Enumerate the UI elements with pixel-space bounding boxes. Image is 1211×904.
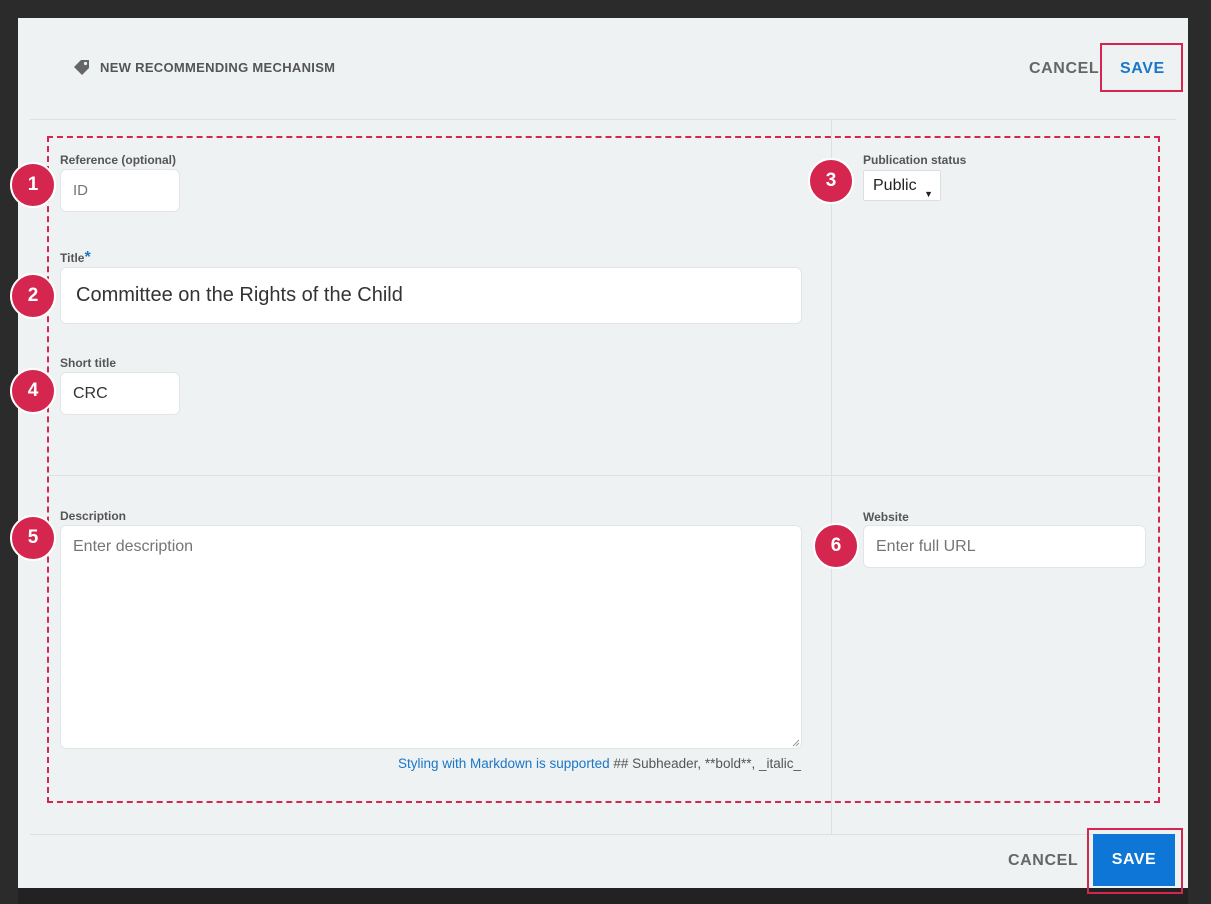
markdown-hint: ## Subheader, **bold**, _italic_ (609, 756, 801, 771)
caret-down-icon: ▼ (924, 189, 933, 199)
short-title-label: Short title (60, 356, 116, 370)
backdrop-right (1188, 0, 1211, 904)
footer-save-highlight (1087, 828, 1183, 894)
step-badge-4: 4 (10, 368, 56, 414)
markdown-help: Styling with Markdown is supported ## Su… (18, 756, 801, 771)
header-divider (30, 119, 1176, 120)
website-input[interactable] (863, 525, 1146, 568)
website-label: Website (863, 510, 909, 524)
publication-status-value: Public (873, 177, 917, 194)
modal-dialog: NEW RECOMMENDING MECHANISM CANCEL SAVE R… (10, 18, 1188, 894)
description-label: Description (60, 509, 127, 523)
required-asterisk: * (84, 249, 91, 266)
description-textarea[interactable] (60, 525, 802, 749)
step-badge-2: 2 (10, 273, 56, 319)
markdown-link[interactable]: Styling with Markdown is supported (398, 756, 610, 771)
modal-header: NEW RECOMMENDING MECHANISM CANCEL SAVE (18, 18, 1188, 120)
header-cancel-button[interactable]: CANCEL (1029, 60, 1099, 78)
step-badge-5: 5 (10, 515, 56, 561)
title-label: Title* (60, 249, 91, 266)
backdrop-left (0, 0, 18, 904)
resize-handle-icon[interactable] (792, 739, 800, 747)
footer-divider (30, 834, 1176, 835)
step-badge-1: 1 (10, 162, 56, 208)
publication-status-label: Publication status (863, 153, 967, 167)
reference-label: Reference (optional) (60, 153, 177, 167)
tag-icon (74, 60, 89, 75)
footer-cancel-button[interactable]: CANCEL (1008, 852, 1078, 870)
step-badge-6: 6 (813, 523, 859, 569)
publication-status-select[interactable]: Public ▼ (863, 170, 941, 201)
modal-title: NEW RECOMMENDING MECHANISM (100, 60, 336, 75)
header-save-highlight (1100, 43, 1183, 92)
backdrop-top (0, 0, 1211, 18)
title-input[interactable]: Committee on the Rights of the Child (60, 267, 802, 324)
short-title-input[interactable]: CRC (60, 372, 180, 415)
reference-input[interactable] (60, 169, 180, 212)
step-badge-3: 3 (808, 158, 854, 204)
